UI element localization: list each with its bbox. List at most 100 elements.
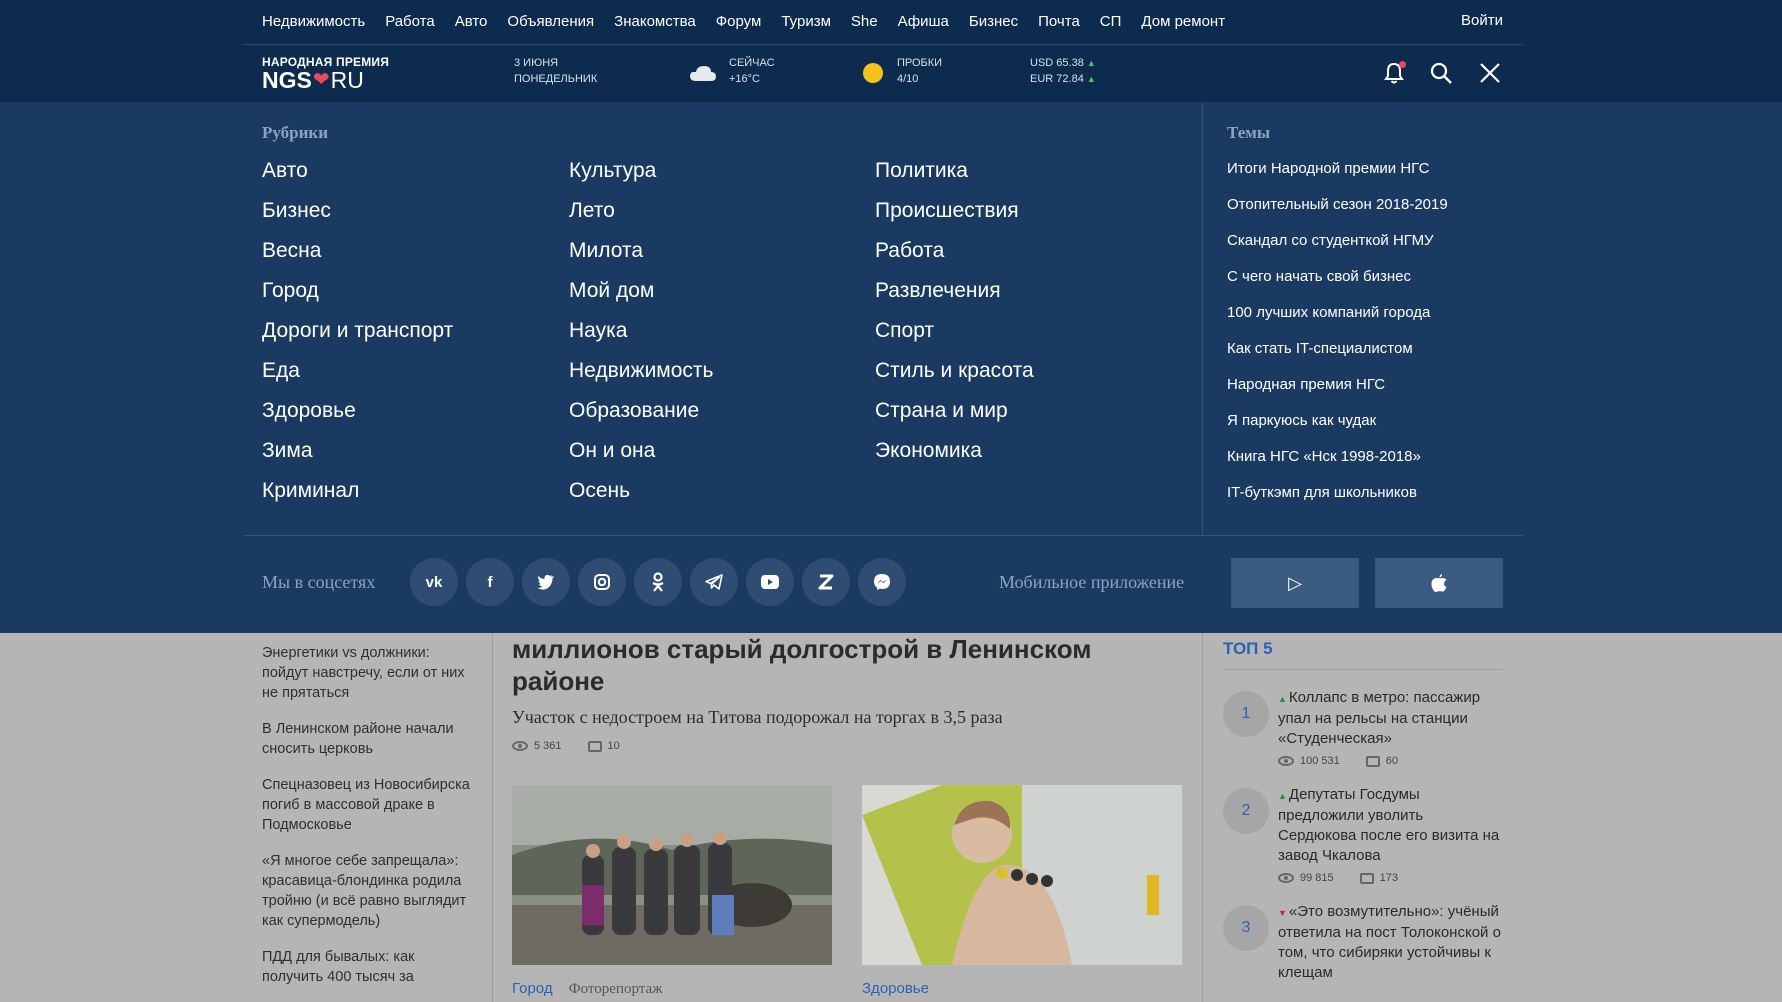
rubric-link[interactable]: Наука [569,318,713,358]
rubric-link[interactable]: Здоровье [262,398,453,438]
nav-link[interactable]: СП [1100,13,1122,30]
rubric-link[interactable]: Мой дом [569,278,713,318]
site-logo[interactable]: НАРОДНАЯ ПРЕМИЯ NGS ❤ RU [262,55,389,92]
rubric-link[interactable]: Происшествия [875,198,1034,238]
article-stats: 5 361 10 [512,740,1182,752]
nav-link[interactable]: Дом ремонт [1141,13,1225,30]
theme-link[interactable]: Народная премия НГС [1227,376,1448,412]
nav-link[interactable]: Почта [1038,13,1080,30]
nav-link[interactable]: She [851,13,878,30]
tag-link[interactable]: Здоровье [862,980,929,997]
rubric-link[interactable]: Бизнес [262,198,453,238]
rubrics-column-1: Авто Бизнес Весна Город Дороги и транспо… [262,158,453,518]
nav-link[interactable]: Афиша [898,13,949,30]
article-photo[interactable] [862,785,1182,965]
main-article: миллионов старый долгострой в Ленинском … [512,633,1182,752]
app-store-button[interactable] [1375,558,1503,608]
bell-icon[interactable] [1381,60,1407,86]
vk-icon[interactable]: vk [410,558,458,606]
top5-item[interactable]: 2 ▲ Депутаты Госдумы предложили уволить С… [1223,785,1503,884]
rubric-link[interactable]: Недвижимость [569,358,713,398]
news-feed-item[interactable]: ПДД для бывалых: как получить 400 тысяч … [262,947,472,987]
theme-link[interactable]: IT-буткэмп для школьников [1227,484,1448,520]
google-play-button[interactable]: ▷ [1231,558,1359,608]
column-divider [1202,633,1203,1002]
rubric-link[interactable]: Спорт [875,318,1034,358]
telegram-icon[interactable] [690,558,738,606]
theme-link[interactable]: 100 лучших компаний города [1227,304,1448,340]
rubric-link[interactable]: Зима [262,438,453,478]
login-link[interactable]: Войти [1461,12,1503,29]
tag-format[interactable]: Фоторепортаж [569,981,663,997]
rubric-link[interactable]: Милота [569,238,713,278]
close-icon[interactable] [1477,60,1503,86]
nav-link[interactable]: Недвижимость [262,13,365,30]
top5-item[interactable]: 3 ▼ «Это возмутительно»: учёный ответила … [1223,902,1503,983]
twitter-icon[interactable] [522,558,570,606]
comment-icon [587,740,602,752]
rubric-link[interactable]: Лето [569,198,713,238]
nav-link[interactable]: Знакомства [614,13,696,30]
rubric-link[interactable]: Весна [262,238,453,278]
news-feed-item[interactable]: В Ленинском районе начали сносить церков… [262,719,472,759]
nav-link[interactable]: Работа [385,13,435,30]
arrow-up-icon: ▲ [1086,58,1096,68]
comment-icon [1359,872,1374,884]
rubric-link[interactable]: Экономика [875,438,1034,478]
trend-up-icon: ▲ [1278,694,1287,704]
rubric-link[interactable]: Работа [875,238,1034,278]
article-photo[interactable] [512,785,832,965]
rubric-link[interactable]: Развлечения [875,278,1034,318]
nav-link[interactable]: Бизнес [969,13,1018,30]
rubric-link[interactable]: Стиль и красота [875,358,1034,398]
traffic-block[interactable]: ПРОБКИ 4/10 [897,55,942,87]
rubric-link[interactable]: Образование [569,398,713,438]
social-links: vk f [410,558,906,606]
site-header: Недвижимость Работа Авто Объявления Знак… [0,0,1782,102]
nav-link[interactable]: Туризм [781,13,831,30]
youtube-icon[interactable] [746,558,794,606]
search-icon[interactable] [1428,60,1454,86]
facebook-icon[interactable]: f [466,558,514,606]
rubric-link[interactable]: Криминал [262,478,453,518]
article-title[interactable]: миллионов старый долгострой в Ленинском … [512,633,1182,697]
instagram-icon[interactable] [578,558,626,606]
theme-link[interactable]: Отопительный сезон 2018-2019 [1227,196,1448,232]
rubric-link[interactable]: Город [262,278,453,318]
rubric-link[interactable]: Осень [569,478,713,518]
theme-link[interactable]: Я паркуюсь как чудак [1227,412,1448,448]
theme-link[interactable]: С чего начать свой бизнес [1227,268,1448,304]
weather-label: СЕЙЧАС [729,57,775,69]
messenger-icon[interactable] [858,558,906,606]
rubric-link[interactable]: Авто [262,158,453,198]
top5-item[interactable]: 1 ▲ Коллапс в метро: пассажир упал на рел… [1223,688,1503,767]
news-feed-item[interactable]: Спецназовец из Новосибирска погиб в масс… [262,775,472,835]
theme-link[interactable]: Как стать IT-специалистом [1227,340,1448,376]
rubric-link[interactable]: Культура [569,158,713,198]
theme-link[interactable]: Итоги Народной премии НГС [1227,160,1448,196]
currency-block[interactable]: USD 65.38 ▲ EUR 72.84 ▲ [1030,55,1096,87]
zen-icon[interactable] [802,558,850,606]
nav-link[interactable]: Авто [455,13,488,30]
nav-link[interactable]: Объявления [507,13,594,30]
apple-icon [1431,573,1447,592]
tag-link[interactable]: Город [512,980,553,997]
rubric-link[interactable]: Политика [875,158,1034,198]
rubric-link[interactable]: Еда [262,358,453,398]
theme-link[interactable]: Скандал со студенткой НГМУ [1227,232,1448,268]
date-block: 3 ИЮНЯ ПОНЕДЕЛЬНИК [514,55,597,87]
date-day: 3 ИЮНЯ [514,57,559,69]
news-feed-item[interactable]: «Я многое себе запрещала»: красавица-бло… [262,851,472,931]
rubric-link[interactable]: Он и она [569,438,713,478]
rubric-link[interactable]: Дороги и транспорт [262,318,453,358]
comment-icon [1365,755,1380,767]
rubric-link[interactable]: Страна и мир [875,398,1034,438]
nav-link[interactable]: Форум [716,13,762,30]
traffic-label: ПРОБКИ [897,57,943,69]
views-count: 99 815 [1300,872,1334,884]
theme-link[interactable]: Книга НГС «Нск 1998-2018» [1227,448,1448,484]
page-content: Энергетики vs должники: пойдут навстречу… [0,633,1782,1002]
news-feed-item[interactable]: Энергетики vs должники: пойдут навстречу… [262,643,472,703]
weather-block[interactable]: СЕЙЧАС +16°C [729,55,775,87]
odnoklassniki-icon[interactable] [634,558,682,606]
